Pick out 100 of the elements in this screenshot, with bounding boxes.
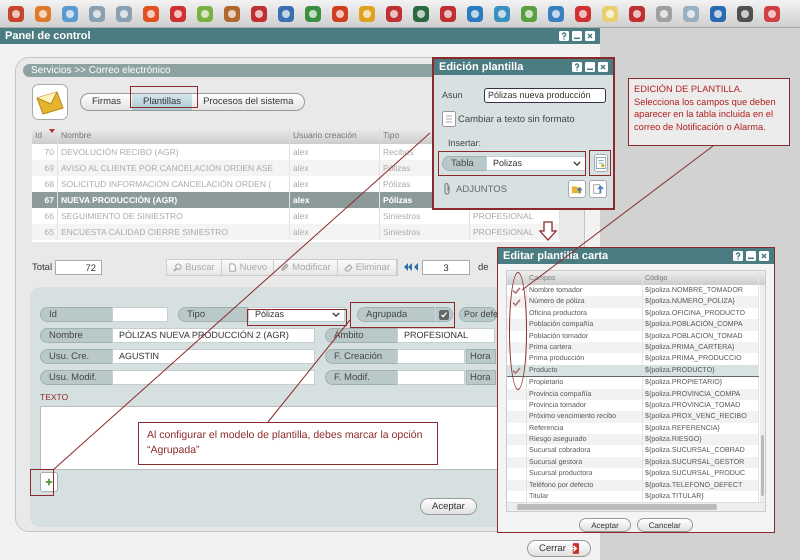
text-field[interactable]: PROFESIONAL <box>397 328 495 343</box>
field-label: Agrupada <box>357 307 435 322</box>
search-icon <box>173 262 182 272</box>
text-field[interactable] <box>112 307 168 322</box>
field-label: F. Creación <box>325 349 397 364</box>
callout-text: Al configurar el modelo de plantilla, debes marcar la opción “Agrupada” <box>147 428 424 458</box>
table-cell: 65 <box>32 224 58 240</box>
close-icon[interactable] <box>585 31 595 41</box>
text-field[interactable] <box>112 370 315 385</box>
text-field[interactable]: AGUSTIN <box>112 349 315 364</box>
app-icon[interactable] <box>222 4 242 24</box>
total-field: 72 <box>55 260 102 274</box>
page-field[interactable]: 3 <box>422 260 470 274</box>
help-icon[interactable] <box>572 62 582 72</box>
table-cell: alex <box>290 224 380 240</box>
check-icon[interactable] <box>512 287 521 294</box>
dialog-title: Edición plantilla <box>439 61 524 73</box>
plain-text-button[interactable]: Cambiar a texto sin formato <box>442 111 575 127</box>
field-label: Hora <box>466 349 496 364</box>
page-count-label: de <box>478 262 489 272</box>
tab[interactable]: Firmas <box>81 94 132 110</box>
document-icon <box>442 111 456 127</box>
scroll-thumb[interactable] <box>517 504 717 510</box>
minimize-icon[interactable] <box>746 251 756 261</box>
dialog-title: Editar plantilla carta <box>503 250 610 262</box>
app-icon[interactable] <box>384 4 404 24</box>
app-icon[interactable] <box>411 4 431 24</box>
help-icon[interactable] <box>559 31 569 41</box>
field-label: Usu. Modif. <box>40 370 112 385</box>
close-icon[interactable] <box>598 62 608 72</box>
scroll-thumb[interactable] <box>761 435 764 496</box>
callout-title: EDICIÓN DE PLANTILLA. <box>634 83 744 96</box>
subject-field[interactable]: Pólizas nueva producción <box>484 88 606 102</box>
envelope-icon <box>32 84 68 120</box>
help-icon[interactable] <box>733 251 743 261</box>
app-icon[interactable] <box>168 4 188 24</box>
app-icon[interactable] <box>573 4 593 24</box>
window-title: Panel de control <box>5 30 92 42</box>
close-icon[interactable] <box>759 251 769 261</box>
close-button[interactable]: Cerrar <box>527 540 591 557</box>
upload-button[interactable] <box>568 180 586 198</box>
app-icon[interactable] <box>708 4 728 24</box>
app-icon[interactable] <box>735 4 755 24</box>
app-icon[interactable] <box>141 4 161 24</box>
tab[interactable]: Procesos del sistema <box>192 94 304 110</box>
exit-icon <box>570 543 579 554</box>
callout-text: Selecciona los campos que deben aparecer en la tabla incluida en el correo de Notificación o Alarma. <box>634 96 777 133</box>
field-label: Por defe <box>459 307 497 322</box>
dropdown[interactable]: Pólizas <box>248 307 345 322</box>
cancel-button[interactable]: Cancelar <box>636 518 693 532</box>
section-label: TEXTO <box>40 391 68 403</box>
app-icon[interactable] <box>303 4 323 24</box>
field-label: Id <box>40 307 112 322</box>
highlight-frame <box>30 469 54 496</box>
app-icon[interactable] <box>492 4 512 24</box>
field-label: F. Modif. <box>325 370 397 385</box>
field-label: Nombre <box>40 328 112 343</box>
add-button[interactable] <box>40 472 58 492</box>
subject-label: Asun <box>442 90 464 100</box>
tab[interactable]: Plantillas <box>132 94 192 110</box>
highlight-frame <box>589 150 611 176</box>
upload-button[interactable] <box>589 180 607 198</box>
app-icon[interactable] <box>276 4 296 24</box>
total-label: Total <box>32 262 52 272</box>
minimize-icon[interactable] <box>572 31 582 41</box>
text-field[interactable] <box>397 370 465 385</box>
chevron-icon <box>573 160 581 166</box>
field-label: Tabla <box>442 156 486 170</box>
app-icon[interactable] <box>546 4 566 24</box>
paperclip-icon <box>442 182 452 196</box>
scrollbar[interactable] <box>507 502 765 512</box>
document-icon <box>595 157 607 169</box>
chevron-icon <box>332 312 340 317</box>
field-label: Usu. Cre. <box>40 349 112 364</box>
text-field[interactable] <box>397 349 465 364</box>
app-icon[interactable] <box>249 4 269 24</box>
plus-icon <box>45 478 53 486</box>
pencil-icon <box>280 262 290 272</box>
page-back-icon[interactable] <box>404 263 420 271</box>
accept-button[interactable]: Aceptar <box>420 498 477 515</box>
field-label: Tipo <box>178 307 248 322</box>
app-icon[interactable] <box>465 4 485 24</box>
highlight-frame <box>130 86 198 108</box>
app-icon[interactable] <box>330 4 350 24</box>
checkbox[interactable] <box>439 310 449 320</box>
table-cell: ENCUESTA CALIDAD CIERRE SINIESTRO <box>58 224 290 240</box>
scrollbar[interactable] <box>760 285 765 502</box>
app-icon[interactable] <box>438 4 458 24</box>
app-icon[interactable] <box>762 4 782 24</box>
check-icon[interactable] <box>512 298 521 306</box>
app-icon[interactable] <box>627 4 647 24</box>
sort-icon <box>49 129 55 133</box>
dropdown[interactable]: Polizas <box>486 156 586 170</box>
insert-button[interactable] <box>594 154 608 172</box>
check-icon[interactable] <box>512 366 521 374</box>
upload-icon <box>592 183 604 195</box>
minimize-icon[interactable] <box>585 62 595 72</box>
field-label: Hora <box>466 370 496 385</box>
accept-button[interactable]: Aceptar <box>579 518 631 532</box>
app-icon[interactable] <box>6 4 26 24</box>
